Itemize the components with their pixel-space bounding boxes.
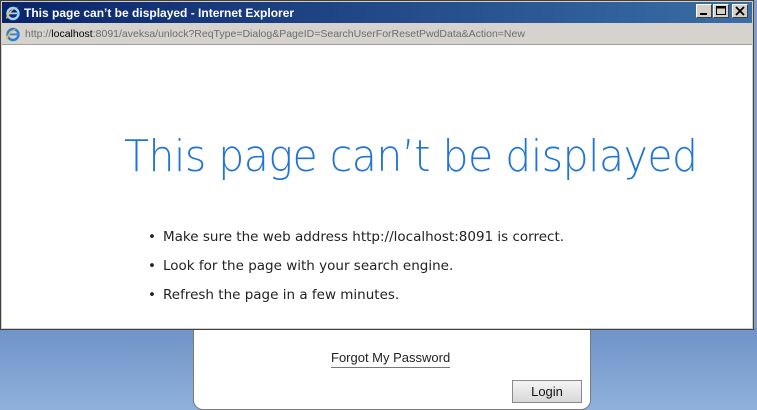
window-title: This page can’t be displayed - Internet … — [24, 5, 295, 20]
title-bar[interactable]: This page can’t be displayed - Internet … — [2, 2, 752, 23]
ie-page-icon — [6, 27, 20, 41]
address-url[interactable]: http://localhost:8091/aveksa/unlock?ReqT… — [25, 28, 525, 40]
error-heading: This page can’t be displayed — [124, 131, 698, 182]
maximize-button[interactable] — [713, 4, 729, 18]
tip-text: Make sure the web address http://localho… — [163, 229, 565, 245]
minimize-button[interactable] — [696, 4, 712, 18]
page-content: This page can’t be displayed • Make sure … — [2, 45, 752, 328]
window-controls — [696, 4, 748, 18]
close-icon — [735, 6, 745, 16]
forgot-password-link[interactable]: Forgot My Password — [331, 350, 451, 368]
tip-text: Refresh the page in a few minutes. — [163, 287, 400, 303]
list-item: • Look for the page with your search engi… — [148, 256, 564, 285]
close-button[interactable] — [732, 4, 748, 18]
bullet-icon: • — [148, 229, 156, 245]
bullet-icon: • — [148, 287, 156, 303]
error-tips: • Make sure the web address http://localh… — [148, 227, 564, 314]
url-path: :8091/aveksa/unlock?ReqType=Dialog&PageI… — [92, 27, 525, 40]
maximize-icon — [716, 6, 726, 15]
bullet-icon: • — [148, 258, 156, 274]
login-button[interactable]: Login — [512, 380, 582, 403]
address-bar[interactable]: http://localhost:8091/aveksa/unlock?ReqT… — [2, 23, 752, 45]
ie-icon — [6, 6, 20, 20]
url-scheme: http:// — [25, 27, 52, 40]
list-item: • Make sure the web address http://localh… — [148, 227, 564, 256]
minimize-icon — [700, 13, 707, 15]
list-item: • Refresh the page in a few minutes. — [148, 285, 564, 314]
ie-window: This page can’t be displayed - Internet … — [0, 0, 754, 330]
tip-text: Look for the page with your search engin… — [163, 258, 454, 274]
url-host: localhost — [51, 27, 93, 40]
